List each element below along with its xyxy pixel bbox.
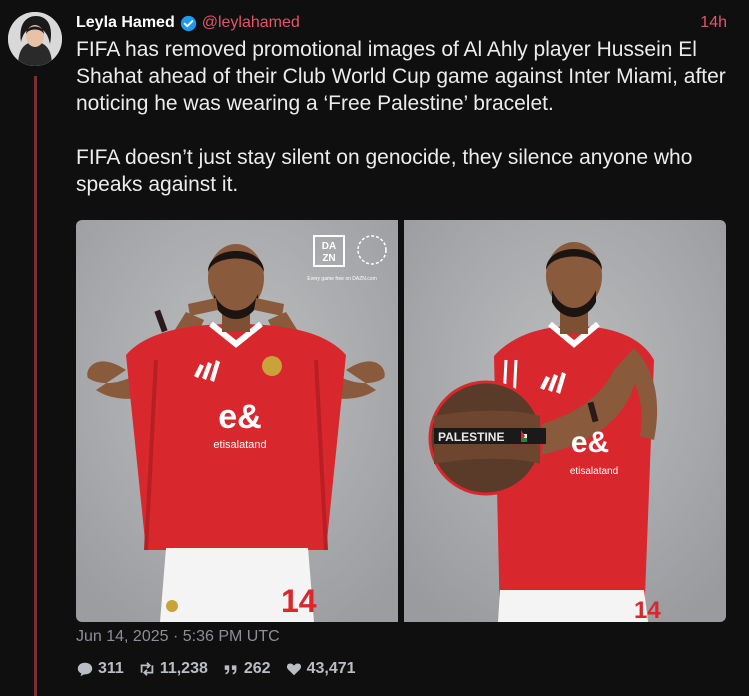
thread-line — [34, 76, 37, 696]
tweet-stats: 311 11,238 262 43,471 — [76, 660, 356, 678]
tweet-media: 14 e& etisalatand DA ZN Every game free … — [76, 220, 726, 622]
like-count: 43,471 — [306, 660, 356, 677]
photo-left[interactable]: 14 e& etisalatand DA ZN Every game free … — [76, 220, 398, 622]
retweet-stat[interactable]: 11,238 — [138, 660, 208, 678]
reply-stat[interactable]: 311 — [76, 660, 124, 678]
tweet-time[interactable]: 14h — [700, 14, 727, 32]
retweet-count: 11,238 — [159, 660, 208, 677]
author-name[interactable]: Leyla Hamed — [76, 14, 175, 32]
quote-icon — [224, 665, 237, 675]
dazn-logo-top: DA — [322, 241, 336, 252]
tweet: Leyla Hamed @leylahamed 14h FIFA has rem… — [0, 0, 749, 696]
tweet-paragraph: FIFA doesn’t just stay silent on genocid… — [76, 146, 693, 196]
svg-text:e&: e& — [218, 398, 261, 436]
retweet-icon — [140, 662, 154, 676]
jersey-number-left: 14 — [281, 583, 317, 619]
bracelet-text: PALESTINE — [438, 430, 504, 444]
like-stat[interactable]: 43,471 — [285, 660, 356, 678]
quote-count: 262 — [243, 660, 271, 677]
reply-count: 311 — [98, 660, 124, 677]
svg-text:e&: e& — [571, 426, 609, 459]
tweet-header: Leyla Hamed @leylahamed 14h — [76, 12, 727, 34]
tweet-date[interactable]: Jun 14, 2025 · 5:36 PM UTC — [76, 628, 280, 646]
photo-right[interactable]: 14 e& etisalatand PALESTINE — [404, 220, 726, 622]
tweet-paragraph: FIFA has removed promotional images of A… — [76, 38, 726, 115]
verified-badge-icon — [180, 15, 196, 31]
dazn-logo-bottom: ZN — [322, 253, 335, 264]
sponsor-text-left: etisalatand — [213, 439, 266, 451]
tweet-text: FIFA has removed promotional images of A… — [76, 36, 736, 198]
avatar[interactable] — [8, 12, 62, 66]
sponsor-text-right: etisalatand — [570, 466, 618, 477]
dazn-caption: Every game free on DAZN.com — [307, 276, 376, 282]
jersey-number-right: 14 — [634, 597, 661, 622]
quote-stat[interactable]: 262 — [222, 660, 271, 678]
author-handle[interactable]: @leylahamed — [202, 14, 300, 32]
heart-icon — [286, 663, 301, 676]
reply-icon — [77, 662, 93, 677]
